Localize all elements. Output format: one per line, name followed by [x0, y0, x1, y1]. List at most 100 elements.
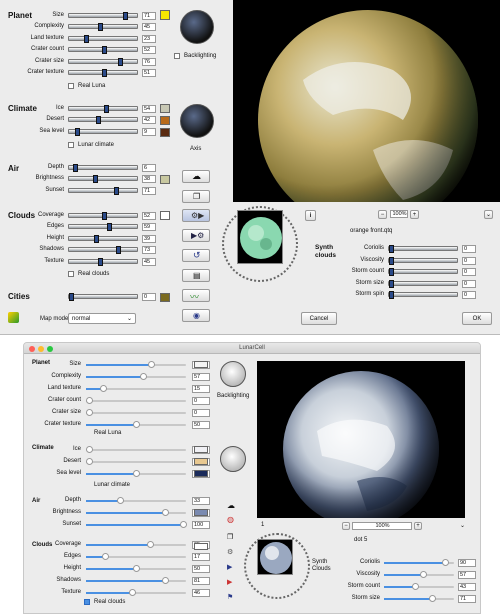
storm-count-value[interactable]: 43	[458, 583, 476, 591]
shadows-slider[interactable]	[86, 577, 186, 584]
close-button[interactable]	[29, 346, 35, 352]
light-direction-dial[interactable]	[180, 10, 214, 44]
cloud-icon[interactable]: ☁	[227, 501, 235, 510]
complexity-value[interactable]: 57	[192, 373, 210, 381]
document-icon[interactable]: ❐	[227, 533, 233, 541]
edges-value[interactable]: 17	[192, 553, 210, 561]
depth-value[interactable]: 6	[142, 164, 156, 172]
texture-value[interactable]: 45	[142, 257, 156, 266]
zoom-value[interactable]: 100%	[352, 522, 412, 530]
cities-slider[interactable]	[68, 293, 138, 301]
desert-color-swatch[interactable]	[160, 116, 170, 125]
ice-value[interactable]: 54	[142, 105, 156, 113]
crater-texture-value[interactable]: 50	[192, 421, 210, 429]
planet-color-swatch[interactable]	[194, 361, 208, 368]
edges-slider[interactable]	[68, 223, 138, 232]
brightness-slider[interactable]	[68, 175, 138, 184]
storm-count-value[interactable]: 0	[462, 268, 476, 276]
zoom-in-button[interactable]: +	[410, 210, 419, 219]
storm-count-slider[interactable]	[384, 583, 454, 590]
storm-spin-value[interactable]: 0	[462, 291, 476, 299]
sea-color-swatch[interactable]	[160, 128, 170, 137]
real-clouds-checkbox[interactable]	[68, 271, 74, 277]
planet-preview[interactable]	[233, 0, 500, 202]
play-icon[interactable]: ▶	[227, 578, 232, 586]
crater-count-value[interactable]: 0	[192, 397, 210, 405]
color-wheel-icon[interactable]: ◍	[227, 515, 234, 524]
sunset-value[interactable]: 100	[192, 521, 210, 529]
size-slider[interactable]	[86, 361, 186, 368]
desert-color-swatch[interactable]	[194, 458, 208, 465]
complexity-value[interactable]: 45	[142, 23, 156, 32]
coverage-slider[interactable]	[68, 212, 138, 220]
crater-count-value[interactable]: 52	[142, 46, 156, 55]
chevron-down-icon[interactable]: ⌄	[460, 522, 465, 529]
lunar-climate-checkbox[interactable]	[68, 142, 74, 148]
sunset-slider[interactable]	[86, 521, 187, 528]
cities-value[interactable]: 0	[142, 293, 156, 301]
viscosity-value[interactable]: 0	[462, 256, 476, 265]
height-slider[interactable]	[68, 234, 138, 243]
viscosity-slider[interactable]	[384, 571, 454, 578]
land-texture-slider[interactable]	[68, 34, 138, 43]
depth-slider[interactable]	[68, 164, 138, 172]
planet-preview[interactable]	[257, 361, 465, 518]
edges-slider[interactable]	[86, 553, 186, 560]
desert-value[interactable]: 42	[142, 116, 156, 125]
map-thumbnail[interactable]	[237, 210, 283, 264]
light-direction-dial[interactable]	[220, 361, 246, 387]
height-value[interactable]: 50	[192, 565, 210, 573]
storm-size-value[interactable]: 0	[462, 279, 476, 288]
shadows-slider[interactable]	[68, 246, 138, 255]
land-texture-value[interactable]: 15	[192, 385, 210, 393]
size-slider[interactable]	[68, 12, 138, 20]
edges-value[interactable]: 59	[142, 223, 156, 232]
height-slider[interactable]	[86, 565, 186, 572]
zoom-out-button[interactable]: −	[342, 522, 350, 530]
play-gear-icon[interactable]: ▶	[227, 563, 232, 571]
land-texture-value[interactable]: 23	[142, 34, 156, 43]
flag-icon[interactable]: ⚑	[227, 593, 233, 601]
sea-color-swatch[interactable]	[194, 470, 208, 477]
depth-value[interactable]: 33	[192, 497, 210, 505]
minimize-button[interactable]	[38, 346, 44, 352]
terrain-button[interactable]: 〰	[182, 289, 210, 302]
sunset-slider[interactable]	[68, 186, 138, 195]
cloud-color-swatch[interactable]	[160, 211, 170, 220]
reset-button[interactable]: ◉	[182, 309, 210, 322]
shadows-value[interactable]: 81	[192, 577, 210, 585]
storm-spin-slider[interactable]	[388, 291, 458, 299]
axis-dial[interactable]	[220, 446, 246, 472]
viscosity-slider[interactable]	[388, 256, 458, 265]
brightness-slider[interactable]	[86, 509, 186, 516]
coverage-value[interactable]: 52	[142, 212, 156, 220]
desert-slider[interactable]	[68, 116, 138, 125]
storm-size-slider[interactable]	[384, 595, 454, 602]
info-button[interactable]: i	[305, 210, 316, 221]
save-button[interactable]: ▤	[182, 269, 210, 282]
crater-size-slider[interactable]	[68, 57, 138, 66]
cloud-tool-button[interactable]: ☁	[182, 170, 210, 183]
expand-button[interactable]: ⌄	[484, 210, 493, 219]
gear-icon[interactable]: ⚙	[227, 548, 233, 556]
ice-color-swatch[interactable]	[160, 104, 170, 113]
brightness-value[interactable]: 38	[142, 175, 156, 184]
backlighting-checkbox[interactable]	[174, 53, 180, 59]
play-button[interactable]: ▶⚙	[182, 229, 210, 242]
coriolis-slider[interactable]	[388, 245, 458, 253]
sea-level-slider[interactable]	[68, 127, 138, 136]
texture-slider[interactable]	[86, 589, 186, 596]
coriolis-value[interactable]: 90	[458, 559, 476, 567]
storm-size-slider[interactable]	[388, 279, 458, 288]
sea-level-value[interactable]: 9	[142, 127, 156, 136]
map-thumbnail[interactable]	[257, 539, 293, 575]
crater-size-value[interactable]: 0	[192, 409, 210, 417]
storm-count-slider[interactable]	[388, 268, 458, 276]
storm-size-value[interactable]: 71	[458, 595, 476, 603]
crater-count-slider[interactable]	[86, 397, 186, 404]
axis-dial[interactable]	[180, 104, 214, 138]
real-clouds-checkbox[interactable]	[84, 599, 90, 605]
sunset-value[interactable]: 71	[142, 186, 156, 195]
planet-color-swatch[interactable]	[160, 10, 170, 20]
coverage-slider[interactable]	[86, 541, 186, 548]
